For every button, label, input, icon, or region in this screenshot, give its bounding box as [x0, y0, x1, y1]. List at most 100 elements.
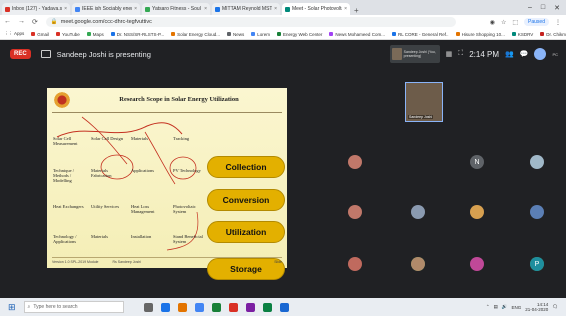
- bookmark-label: Solar Energy Cloud...: [177, 31, 220, 37]
- browser-tab[interactable]: Inbox (127) - Yadava.sby.d...×: [2, 3, 70, 15]
- lock-icon: 🔒: [50, 19, 58, 25]
- bookmark-item[interactable]: Gmail: [31, 32, 49, 37]
- back-icon[interactable]: ←: [4, 18, 11, 26]
- bookmark-item[interactable]: Lorem: [251, 32, 270, 37]
- new-tab-button[interactable]: +: [354, 6, 359, 15]
- bookmark-label: Gmail: [37, 31, 50, 37]
- slide-topic-label: Utility Services: [91, 204, 120, 209]
- self-view-label: Sandeep Joshi (You, presenting): [403, 50, 436, 58]
- browser-tab[interactable]: MITTAM Reynold MSTP Exam...×: [212, 3, 280, 15]
- bookmark-item[interactable]: Energy Web Center: [276, 32, 322, 37]
- taskbar-clock[interactable]: 14:14 21-04-2020: [525, 302, 548, 312]
- taskbar-app-icon[interactable]: [143, 302, 153, 312]
- bookmark-item[interactable]: KSDRV: [511, 32, 533, 37]
- tab-close-icon[interactable]: ×: [344, 6, 347, 12]
- participant-avatar[interactable]: [530, 205, 544, 219]
- slide-topic-label: Technique / Methods / Modelling: [53, 168, 75, 183]
- close-window-button[interactable]: ✕: [554, 4, 560, 12]
- taskbar-app-icon[interactable]: [211, 302, 221, 312]
- address-bar-row: ← → ⟳ 🔒 meet.google.com/ccc-dhrc-tegfvut…: [0, 15, 566, 29]
- bookmark-item[interactable]: Maps: [86, 32, 104, 37]
- slide-topic-label: Solar Cell Measurement: [53, 136, 78, 146]
- tab-label: Meet - Solar Photovoltaic...: [292, 6, 342, 12]
- network-icon[interactable]: ▤: [494, 304, 498, 310]
- tab-favicon-icon: [285, 6, 290, 12]
- taskbar-app-icon[interactable]: [194, 302, 204, 312]
- bookmark-item[interactable]: Dr. Chikmagalur...: [540, 32, 566, 37]
- maximize-button[interactable]: □: [541, 4, 545, 12]
- bookmark-favicon-icon: [56, 32, 61, 37]
- slide-oval-conversion: Conversion: [207, 189, 285, 211]
- forward-icon[interactable]: →: [18, 18, 25, 26]
- bookmark-label: Lorem: [257, 31, 270, 37]
- people-icon[interactable]: 👥: [505, 50, 514, 58]
- participant-avatar[interactable]: [348, 257, 362, 271]
- taskbar-app-icon[interactable]: [177, 302, 187, 312]
- presenting-text: Sandeep Joshi is presenting: [56, 49, 151, 59]
- taskbar-app-icon[interactable]: [160, 302, 170, 312]
- participant-avatar[interactable]: [411, 205, 425, 219]
- tab-close-icon[interactable]: ×: [64, 6, 67, 12]
- slide-topic-label: Materials Fabrication: [91, 168, 112, 178]
- slide-topic-label: Installation: [131, 234, 152, 239]
- extensions-icon[interactable]: ⬚: [512, 19, 518, 26]
- menu-icon[interactable]: ⋮: [555, 19, 561, 26]
- bookmark-item[interactable]: YouTube: [56, 32, 80, 37]
- browser-tab[interactable]: Meet - Solar Photovoltaic...×: [282, 3, 350, 15]
- taskbar-search[interactable]: ⌕ Type here to search: [23, 301, 124, 313]
- bookmark-favicon-icon: [110, 32, 115, 37]
- participant-avatar[interactable]: N: [470, 155, 484, 169]
- bookmark-item[interactable]: News Mohameed Com...: [329, 32, 385, 37]
- participant-avatar[interactable]: P: [530, 257, 544, 271]
- participant-avatar[interactable]: [411, 257, 425, 271]
- tab-close-icon[interactable]: ×: [274, 6, 277, 12]
- slide-oval-collection: Collection: [207, 156, 285, 178]
- participant-avatar[interactable]: [470, 257, 484, 271]
- tab-close-icon[interactable]: ×: [134, 6, 137, 12]
- slide-footer-mid: Rs Sandeep Joshi: [112, 260, 141, 264]
- language-indicator[interactable]: ENG: [511, 305, 521, 310]
- browser-tab[interactable]: Yatsaro Fitness - Soul Boost...×: [142, 3, 210, 15]
- taskbar-app-icon[interactable]: [245, 302, 255, 312]
- chat-icon[interactable]: 💬: [520, 50, 529, 58]
- apps-icon[interactable]: ⋮⋮ Apps: [4, 31, 24, 37]
- bookmark-item[interactable]: RL CORE - General Ref..: [391, 32, 449, 37]
- reload-icon[interactable]: ⟳: [32, 18, 38, 26]
- camera-icon[interactable]: ◉: [490, 19, 495, 26]
- profile-paused-button[interactable]: Paused: [524, 18, 549, 26]
- slide-topic-label: Applications: [131, 168, 154, 173]
- bookmark-item[interactable]: Solar Energy Cloud...: [171, 32, 220, 37]
- participant-avatar[interactable]: [348, 205, 362, 219]
- volume-icon[interactable]: 🔊: [502, 304, 508, 310]
- browser-tab[interactable]: IEEE ish Sociably energy ...×: [72, 3, 140, 15]
- taskbar-date: 21-04-2020: [525, 307, 549, 312]
- self-view-tile[interactable]: Sandeep Joshi (You, presenting): [389, 45, 440, 63]
- windows-start-icon[interactable]: ⊞: [8, 302, 16, 313]
- minimize-button[interactable]: –: [528, 4, 532, 12]
- bookmarks-bar: ⋮⋮ Apps Gmail YouTube Maps Dr. NSS/SR-RLSTS…: [0, 29, 566, 40]
- tab-label: Yatsaro Fitness - Soul Boost...: [152, 6, 202, 12]
- avatar[interactable]: [534, 48, 547, 60]
- tab-label: IEEE ish Sociably energy ...: [82, 6, 132, 12]
- bookmark-item[interactable]: News: [226, 32, 244, 37]
- taskbar-app-icon[interactable]: [228, 302, 238, 312]
- taskbar-app-icon[interactable]: [262, 302, 272, 312]
- url-input[interactable]: 🔒 meet.google.com/ccc-dhrc-tegfvuttivc: [45, 17, 456, 27]
- participant-avatar[interactable]: [530, 155, 544, 169]
- participant-avatar[interactable]: [348, 155, 362, 169]
- notification-icon[interactable]: 🗨: [552, 304, 558, 310]
- bookmark-item[interactable]: Dr. NSS/SR-RLSTS-P...: [110, 32, 164, 37]
- fullscreen-icon[interactable]: ⛶: [458, 50, 463, 58]
- search-icon: ⌕: [27, 304, 31, 310]
- bookmark-favicon-icon: [511, 32, 516, 37]
- star-icon[interactable]: ☆: [501, 19, 506, 26]
- layout-grid-icon[interactable]: ▦: [446, 50, 453, 58]
- speaker-name: Sandeep Joshi: [408, 115, 434, 119]
- tray-chevron-icon[interactable]: ⌃: [486, 304, 490, 310]
- bookmark-item[interactable]: Hisure Shopping 10...: [455, 32, 505, 37]
- taskbar-app-icon[interactable]: [279, 302, 289, 312]
- active-speaker-tile[interactable]: Sandeep Joshi: [405, 82, 443, 122]
- bookmark-favicon-icon: [455, 32, 460, 37]
- tab-close-icon[interactable]: ×: [204, 6, 207, 12]
- participant-avatar[interactable]: [470, 205, 484, 219]
